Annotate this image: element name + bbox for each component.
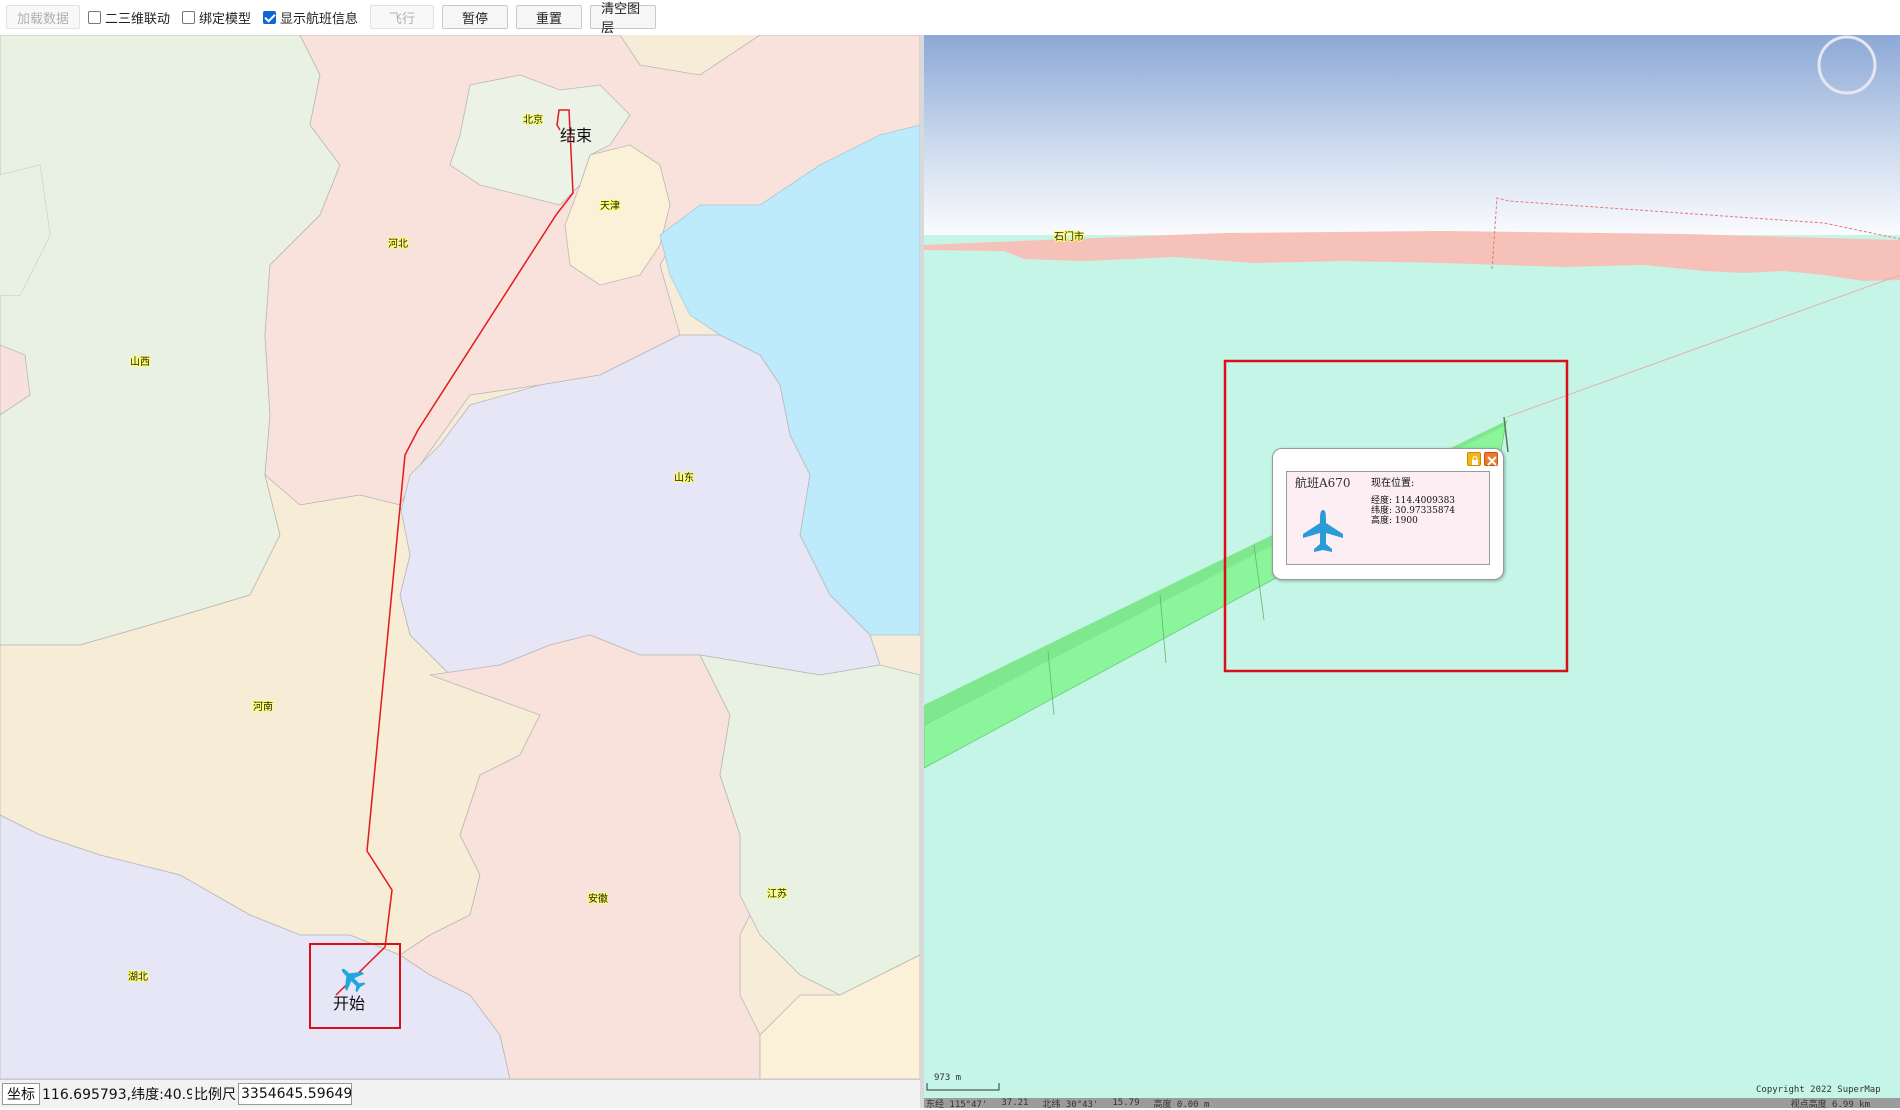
fly-button[interactable]: 飞行 bbox=[370, 5, 435, 29]
map-2d-canvas[interactable]: 北京 天津 河北 山西 山东 河南 湖北 安徽 江苏 结束 开始 bbox=[0, 35, 920, 1079]
label-jiangsu: 江苏 bbox=[767, 887, 787, 900]
close-icon[interactable] bbox=[1484, 452, 1498, 466]
flight-info-content: 航班A670 现在位置: 经度: 114.4009383 纬度: 30.9733… bbox=[1286, 471, 1490, 565]
label-shanxi: 山西 bbox=[130, 356, 150, 368]
toolbar: 加载数据 二三维联动 绑定模型 显示航班信息 飞行 暂停 重置 清空图层 bbox=[0, 0, 1900, 36]
longitude-value: 经度: 114.4009383 bbox=[1371, 496, 1456, 506]
map-2d-view[interactable]: 北京 天津 河北 山西 山东 河南 湖北 安徽 江苏 结束 开始 bbox=[0, 35, 920, 1079]
map-status-bar: 坐标 116.695793,纬度:40.926 比例尺 3354645.5964… bbox=[0, 1079, 920, 1108]
coord-value: 116.695793,纬度:40.926 bbox=[42, 1087, 192, 1103]
flight-title: 航班A670 bbox=[1295, 476, 1351, 490]
clear-layers-button[interactable]: 清空图层 bbox=[590, 2, 657, 36]
show-flight-info-label: 显示航班信息 bbox=[280, 11, 359, 27]
link-2d3d-label: 二三维联动 bbox=[105, 11, 171, 27]
coord-label: 坐标 bbox=[2, 1083, 40, 1105]
scale-bar-label: 973 m bbox=[934, 1073, 961, 1083]
bind-model-checkbox-box[interactable] bbox=[182, 10, 196, 24]
scale-label: 比例尺 bbox=[194, 1087, 236, 1103]
pause-button[interactable]: 暂停 bbox=[442, 5, 509, 29]
label-hubei: 湖北 bbox=[128, 971, 148, 983]
bind-model-label: 绑定模型 bbox=[199, 11, 252, 27]
position-title: 现在位置: bbox=[1371, 478, 1415, 489]
reset-button[interactable]: 重置 bbox=[516, 5, 583, 29]
end-label: 结束 bbox=[560, 126, 592, 145]
latitude-value: 纬度: 30.97335874 bbox=[1371, 506, 1456, 516]
lock-icon[interactable] bbox=[1467, 452, 1481, 466]
label-shandong: 山东 bbox=[674, 471, 694, 484]
scale-value: 3354645.5964901 bbox=[238, 1083, 352, 1105]
label-tianjin: 天津 bbox=[600, 200, 620, 212]
load-data-button[interactable]: 加载数据 bbox=[6, 5, 81, 29]
link-2d3d-checkbox-box[interactable] bbox=[88, 10, 102, 24]
start-label: 开始 bbox=[333, 994, 365, 1013]
flight-airplane-icon bbox=[1303, 510, 1343, 552]
sky bbox=[924, 35, 1900, 245]
label-henan: 河南 bbox=[253, 700, 273, 713]
label-beijing: 北京 bbox=[523, 113, 543, 126]
label-place: 石门市 bbox=[1054, 230, 1084, 243]
link-2d3d-checkbox[interactable]: 二三维联动 bbox=[88, 8, 170, 27]
show-flight-info-checkbox-box[interactable] bbox=[263, 10, 277, 24]
status-lon-sec: 37.21 bbox=[1001, 1098, 1029, 1108]
show-flight-info-checkbox[interactable]: 显示航班信息 bbox=[263, 8, 358, 27]
altitude-value: 高度: 1900 bbox=[1371, 516, 1418, 526]
label-anhui: 安徽 bbox=[588, 892, 608, 905]
status-lat-sec: 15.79 bbox=[1112, 1098, 1140, 1108]
scene-status-bar: 东经 115°47' 37.21 北纬 30°43' 15.79 高度 0.00… bbox=[924, 1098, 1900, 1110]
bind-model-checkbox[interactable]: 绑定模型 bbox=[182, 8, 251, 27]
label-hebei: 河北 bbox=[388, 238, 408, 250]
flight-info-popup[interactable]: 航班A670 现在位置: 经度: 114.4009383 纬度: 30.9733… bbox=[1272, 448, 1504, 580]
copyright-text: Copyright 2022 SuperMap bbox=[1756, 1085, 1881, 1095]
